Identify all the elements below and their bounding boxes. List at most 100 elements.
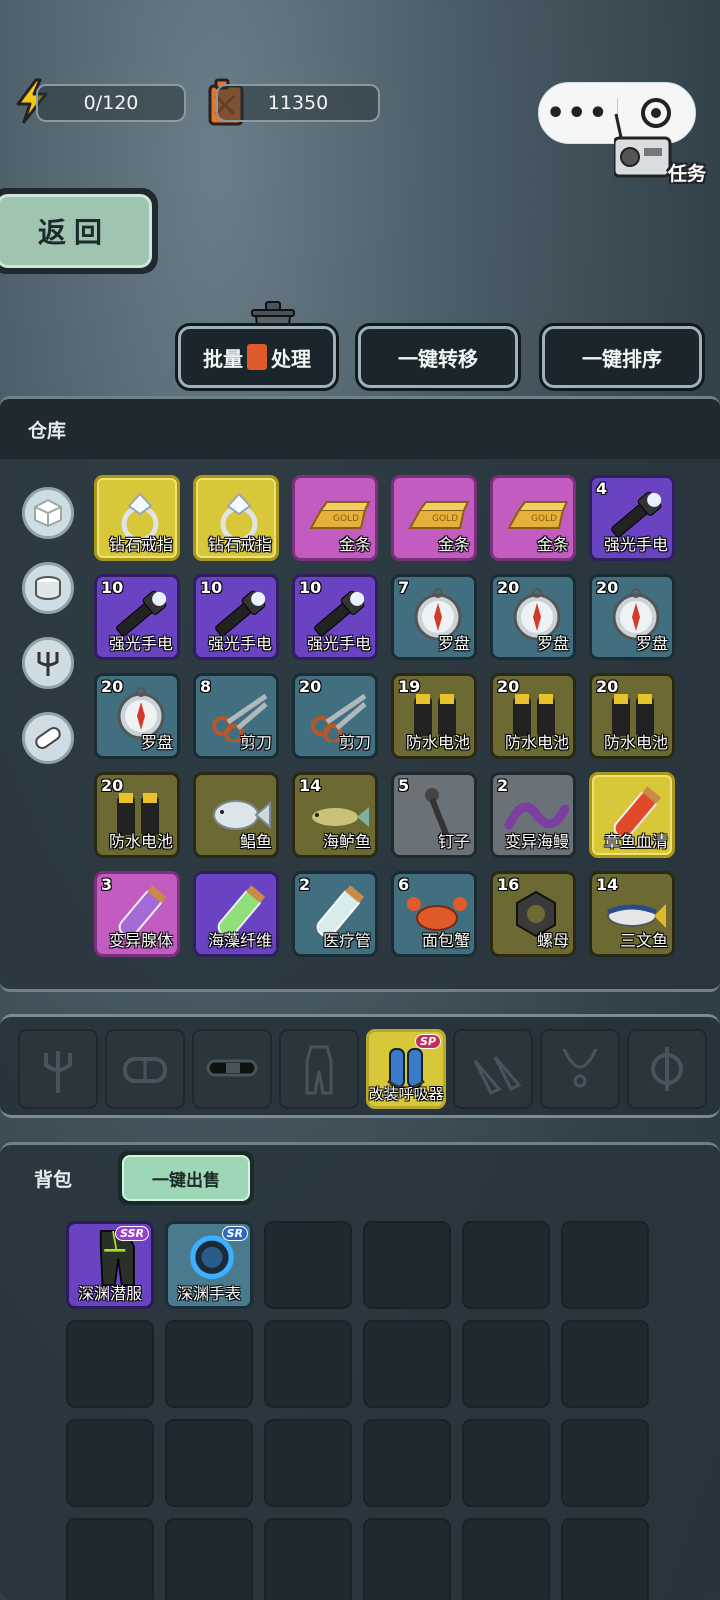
transfer-all-button[interactable]: 一键转移 bbox=[358, 326, 518, 388]
item-quantity: 10 bbox=[200, 578, 223, 597]
item-quantity: 7 bbox=[398, 578, 410, 597]
backpack-empty-slot[interactable] bbox=[363, 1320, 451, 1408]
item-quantity: 3 bbox=[101, 875, 113, 894]
item-quantity: 20 bbox=[101, 677, 124, 696]
batch-right-label: 处理 bbox=[271, 346, 311, 371]
warehouse-item[interactable]: 20 罗盘 bbox=[94, 673, 180, 759]
backpack-empty-slot[interactable] bbox=[66, 1320, 154, 1408]
warehouse-item[interactable]: 10 强光手电 bbox=[193, 574, 279, 660]
backpack-item[interactable]: SSR 深渊潜服 bbox=[66, 1221, 154, 1309]
svg-text:GOLD: GOLD bbox=[432, 514, 458, 524]
backpack-empty-slot[interactable] bbox=[264, 1221, 352, 1309]
equipment-slot[interactable]: SP 改装呼吸器 bbox=[366, 1029, 446, 1109]
backpack-empty-slot[interactable] bbox=[66, 1419, 154, 1507]
backpack-empty-slot[interactable] bbox=[264, 1320, 352, 1408]
warehouse-item[interactable]: 14 海鲈鱼 bbox=[292, 772, 378, 858]
backpack-empty-slot[interactable] bbox=[264, 1419, 352, 1507]
backpack-empty-slot[interactable] bbox=[561, 1221, 649, 1309]
warehouse-item[interactable]: 海藻纤维 bbox=[193, 871, 279, 957]
item-quantity: 2 bbox=[299, 875, 311, 894]
equipment-slot[interactable] bbox=[540, 1029, 620, 1109]
category-pill-tab[interactable] bbox=[22, 712, 74, 764]
item-quantity: 4 bbox=[596, 479, 608, 498]
warehouse-item[interactable]: 20 剪刀 bbox=[292, 673, 378, 759]
backpack-empty-slot[interactable] bbox=[363, 1518, 451, 1600]
warehouse-item[interactable]: 5 钉子 bbox=[391, 772, 477, 858]
warehouse-item[interactable]: GOLD 金条 bbox=[391, 475, 477, 561]
energy-counter: 0/120 bbox=[36, 84, 186, 122]
item-name: 海藻纤维 bbox=[207, 931, 272, 950]
warehouse-item[interactable]: 2 医疗管 bbox=[292, 871, 378, 957]
warehouse-item[interactable]: GOLD 金条 bbox=[292, 475, 378, 561]
warehouse-item[interactable]: 20 罗盘 bbox=[490, 574, 576, 660]
more-menu-button[interactable]: ••• bbox=[539, 96, 617, 131]
energy-value: 0/120 bbox=[83, 92, 139, 114]
sort-all-button[interactable]: 一键排序 bbox=[542, 326, 702, 388]
equipment-slot[interactable] bbox=[18, 1029, 98, 1109]
item-name: 剪刀 bbox=[239, 733, 272, 752]
warehouse-item[interactable]: 10 强光手电 bbox=[94, 574, 180, 660]
warehouse-item[interactable]: 10 强光手电 bbox=[292, 574, 378, 660]
warehouse-item[interactable]: 16 螺母 bbox=[490, 871, 576, 957]
backpack-empty-slot[interactable] bbox=[66, 1518, 154, 1600]
equipment-slot[interactable] bbox=[105, 1029, 185, 1109]
task-button[interactable]: 任务 bbox=[614, 112, 706, 190]
back-button[interactable]: 返回 bbox=[0, 188, 158, 274]
backpack-empty-slot[interactable] bbox=[561, 1419, 649, 1507]
warehouse-item[interactable]: 2 变异海鳗 bbox=[490, 772, 576, 858]
equipment-slot[interactable] bbox=[279, 1029, 359, 1109]
warehouse-item[interactable]: 8 剪刀 bbox=[193, 673, 279, 759]
warehouse-item[interactable]: 钻石戒指 bbox=[94, 475, 180, 561]
backpack-empty-slot[interactable] bbox=[462, 1518, 550, 1600]
category-tabs bbox=[22, 487, 74, 787]
backpack-empty-slot[interactable] bbox=[165, 1320, 253, 1408]
warehouse-item[interactable]: 19 防水电池 bbox=[391, 673, 477, 759]
item-name: 钉子 bbox=[437, 832, 470, 851]
equipment-name: 改装呼吸器 bbox=[368, 1085, 444, 1103]
backpack-empty-slot[interactable] bbox=[363, 1221, 451, 1309]
batch-process-button[interactable]: 批量 处理 bbox=[178, 326, 336, 388]
backpack-empty-slot[interactable] bbox=[363, 1419, 451, 1507]
warehouse-item[interactable]: 20 防水电池 bbox=[589, 673, 675, 759]
warehouse-item[interactable]: 鲳鱼 bbox=[193, 772, 279, 858]
pill-icon bbox=[35, 726, 61, 750]
warehouse-panel: 仓库 钻石戒指 钻石戒指 GOLD 金条 GOLD 金条 GOLD 金条 4 强光手电 10 强光手电… bbox=[0, 396, 720, 992]
equipment-slot[interactable] bbox=[627, 1029, 707, 1109]
warehouse-item[interactable]: GOLD 金条 bbox=[490, 475, 576, 561]
warehouse-item[interactable]: 4 强光手电 bbox=[589, 475, 675, 561]
backpack-empty-slot[interactable] bbox=[165, 1419, 253, 1507]
svg-text:GOLD: GOLD bbox=[333, 514, 359, 524]
equipment-slot[interactable] bbox=[453, 1029, 533, 1109]
backpack-empty-slot[interactable] bbox=[264, 1518, 352, 1600]
category-can-tab[interactable] bbox=[22, 562, 74, 614]
warehouse-item[interactable]: 20 防水电池 bbox=[94, 772, 180, 858]
category-cube-tab[interactable] bbox=[22, 487, 74, 539]
item-name: 海鲈鱼 bbox=[322, 832, 371, 851]
suit-icon bbox=[305, 1045, 333, 1095]
backpack-empty-slot[interactable] bbox=[561, 1518, 649, 1600]
backpack-empty-slot[interactable] bbox=[165, 1518, 253, 1600]
item-quantity: 20 bbox=[497, 578, 520, 597]
sell-all-button[interactable]: 一键出售 bbox=[118, 1151, 254, 1205]
item-quantity: 20 bbox=[299, 677, 322, 696]
category-trident-tab[interactable] bbox=[22, 637, 74, 689]
backpack-empty-slot[interactable] bbox=[462, 1221, 550, 1309]
warehouse-item[interactable]: 20 罗盘 bbox=[589, 574, 675, 660]
backpack-empty-slot[interactable] bbox=[462, 1320, 550, 1408]
warehouse-item[interactable]: 7 罗盘 bbox=[391, 574, 477, 660]
warehouse-item[interactable]: 3 变异腺体 bbox=[94, 871, 180, 957]
warehouse-item[interactable]: 20 防水电池 bbox=[490, 673, 576, 759]
equipment-slot[interactable] bbox=[192, 1029, 272, 1109]
warehouse-item[interactable]: 14 三文鱼 bbox=[589, 871, 675, 957]
warehouse-item[interactable]: 钻石戒指 bbox=[193, 475, 279, 561]
item-name: 变异腺体 bbox=[108, 931, 173, 950]
item-quantity: 14 bbox=[596, 875, 619, 894]
warehouse-item[interactable]: 章鱼血清 bbox=[589, 772, 675, 858]
item-name: 金条 bbox=[437, 535, 470, 554]
backpack-empty-slot[interactable] bbox=[462, 1419, 550, 1507]
item-quantity: 19 bbox=[398, 677, 421, 696]
warehouse-item[interactable]: 6 面包蟹 bbox=[391, 871, 477, 957]
backpack-empty-slot[interactable] bbox=[561, 1320, 649, 1408]
svg-text:GOLD: GOLD bbox=[531, 514, 557, 524]
backpack-item[interactable]: SR 深渊手表 bbox=[165, 1221, 253, 1309]
